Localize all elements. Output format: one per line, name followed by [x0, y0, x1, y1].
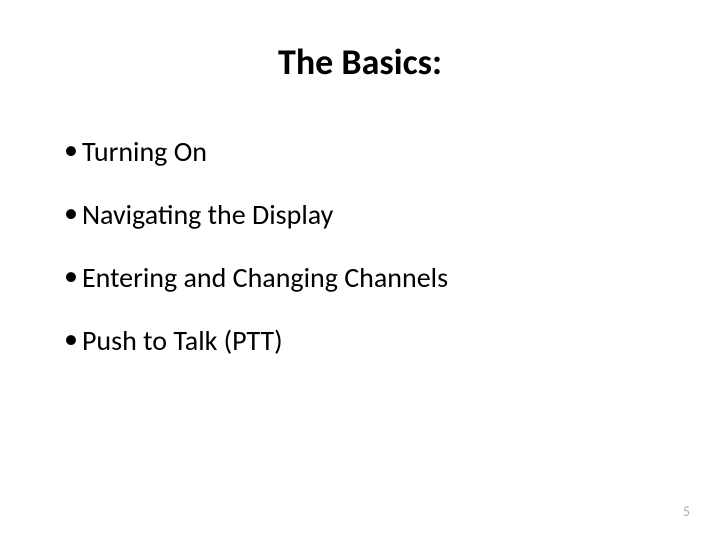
bullet-icon: • — [64, 325, 78, 353]
slide-container: The Basics: • Turning On • Navigating th… — [0, 0, 720, 540]
list-item: • Entering and Changing Channels — [64, 260, 660, 295]
list-item: • Navigating the Display — [64, 197, 660, 232]
page-number: 5 — [683, 503, 690, 520]
slide-title: The Basics: — [60, 40, 660, 84]
bullet-list: • Turning On • Navigating the Display • … — [60, 134, 660, 358]
bullet-icon: • — [64, 199, 78, 227]
bullet-icon: • — [64, 262, 78, 290]
bullet-text: Entering and Changing Channels — [82, 260, 448, 295]
bullet-text: Navigating the Display — [82, 197, 333, 232]
list-item: • Turning On — [64, 134, 660, 169]
bullet-icon: • — [64, 136, 78, 164]
list-item: • Push to Talk (PTT) — [64, 323, 660, 358]
bullet-text: Turning On — [82, 134, 207, 169]
bullet-text: Push to Talk (PTT) — [82, 323, 283, 358]
